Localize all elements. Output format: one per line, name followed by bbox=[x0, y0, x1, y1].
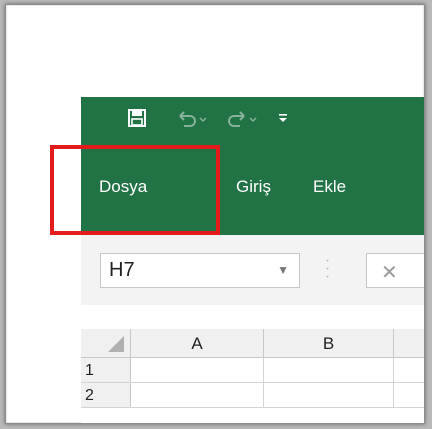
table-row: 2 bbox=[81, 383, 424, 408]
column-header-a[interactable]: A bbox=[131, 329, 264, 357]
tab-home[interactable]: Giriş bbox=[236, 165, 271, 209]
table-row: 1 bbox=[81, 358, 424, 383]
select-all-button[interactable] bbox=[81, 329, 131, 357]
cell-a1[interactable] bbox=[131, 358, 264, 382]
cell-b2[interactable] bbox=[264, 383, 394, 407]
column-header-c[interactable] bbox=[394, 329, 424, 357]
splitter-handle-icon[interactable]: · · · bbox=[324, 253, 330, 285]
undo-icon[interactable] bbox=[176, 107, 210, 129]
tab-file-highlight-box bbox=[50, 145, 220, 235]
name-box-value: H7 bbox=[109, 259, 135, 281]
name-box[interactable]: H7 ▼ bbox=[100, 253, 300, 288]
customize-toolbar-icon[interactable] bbox=[276, 107, 290, 129]
row-header-1[interactable]: 1 bbox=[81, 358, 131, 382]
redo-icon[interactable] bbox=[226, 107, 260, 129]
quick-access-toolbar bbox=[81, 97, 424, 137]
formula-buttons: ✕ bbox=[366, 253, 424, 288]
row-header-2[interactable]: 2 bbox=[81, 383, 131, 407]
tab-insert[interactable]: Ekle bbox=[313, 165, 346, 209]
worksheet-grid: A B 1 2 bbox=[81, 329, 424, 423]
formula-bar: H7 ▼ · · · ✕ bbox=[81, 235, 424, 305]
column-header-b[interactable]: B bbox=[264, 329, 394, 357]
select-all-triangle-icon bbox=[108, 336, 124, 352]
cell-b1[interactable] bbox=[264, 358, 394, 382]
cancel-icon[interactable]: ✕ bbox=[381, 260, 398, 285]
column-header-row: A B bbox=[81, 329, 424, 358]
save-icon[interactable] bbox=[126, 107, 148, 129]
cell-a2[interactable] bbox=[131, 383, 264, 407]
chevron-down-icon[interactable]: ▼ bbox=[277, 263, 289, 277]
